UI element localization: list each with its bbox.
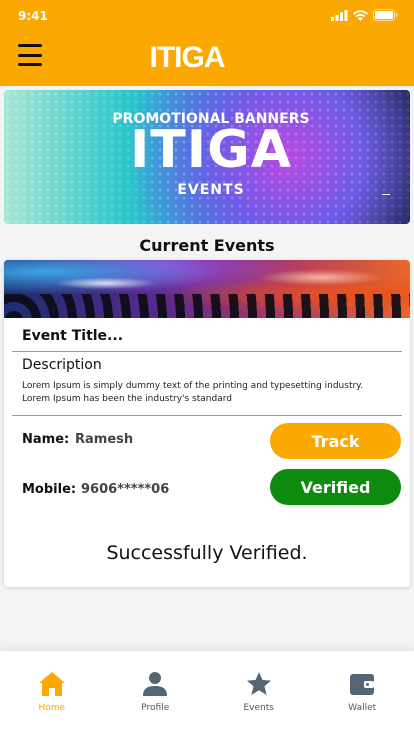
event-title: Event Title... <box>22 328 124 344</box>
status-icons <box>331 9 398 21</box>
event-image <box>4 260 410 318</box>
banner-dash <box>382 194 390 195</box>
star-icon <box>246 672 271 695</box>
status-bar: 9:41 <box>0 0 414 32</box>
divider <box>12 351 402 352</box>
status-time: 9:41 <box>18 9 48 23</box>
tab-home-label: Home <box>38 703 66 713</box>
app-title: ITIGA <box>149 41 226 74</box>
tab-wallet-label: Wallet <box>348 703 377 713</box>
tab-events-label: Events <box>243 703 274 713</box>
name-value: Ramesh <box>75 432 134 447</box>
description-text: Lorem Ipsum is simply dummy text of the … <box>22 381 364 404</box>
description-label: Description <box>22 357 102 373</box>
name-label: Name: <box>22 432 70 447</box>
track-button[interactable]: Track <box>270 423 401 459</box>
user-icon <box>143 672 168 696</box>
bottom-tab-bar: Home Profile Events Wallet <box>0 650 414 736</box>
tab-profile-label: Profile <box>141 703 170 713</box>
tab-wallet[interactable]: Wallet <box>311 651 414 736</box>
home-icon <box>38 672 65 696</box>
success-message: Successfully Verified. <box>106 542 308 564</box>
section-title: Current Events <box>139 236 275 255</box>
mobile-label: Mobile: <box>22 482 77 497</box>
banner-headline: ITIGA <box>129 120 293 180</box>
signal-icon <box>331 10 348 21</box>
wallet-icon <box>350 674 375 695</box>
promo-banner[interactable]: PROMOTIONAL BANNERS ITIGA EVENTS <box>4 90 410 224</box>
verified-button[interactable]: Verified <box>270 469 401 505</box>
mobile-value: 9606*****06 <box>81 482 170 497</box>
tab-profile[interactable]: Profile <box>104 651 208 736</box>
tab-events[interactable]: Events <box>207 651 311 736</box>
divider <box>12 415 402 416</box>
top-app-bar: 9:41 ITIGA <box>0 0 414 86</box>
battery-icon <box>373 9 398 21</box>
event-card: Event Title... Description Lorem Ipsum i… <box>4 260 410 587</box>
banner-tagline: EVENTS <box>177 182 245 198</box>
crowd-silhouette <box>4 294 410 318</box>
wifi-icon <box>353 10 368 21</box>
tab-home[interactable]: Home <box>0 651 104 736</box>
